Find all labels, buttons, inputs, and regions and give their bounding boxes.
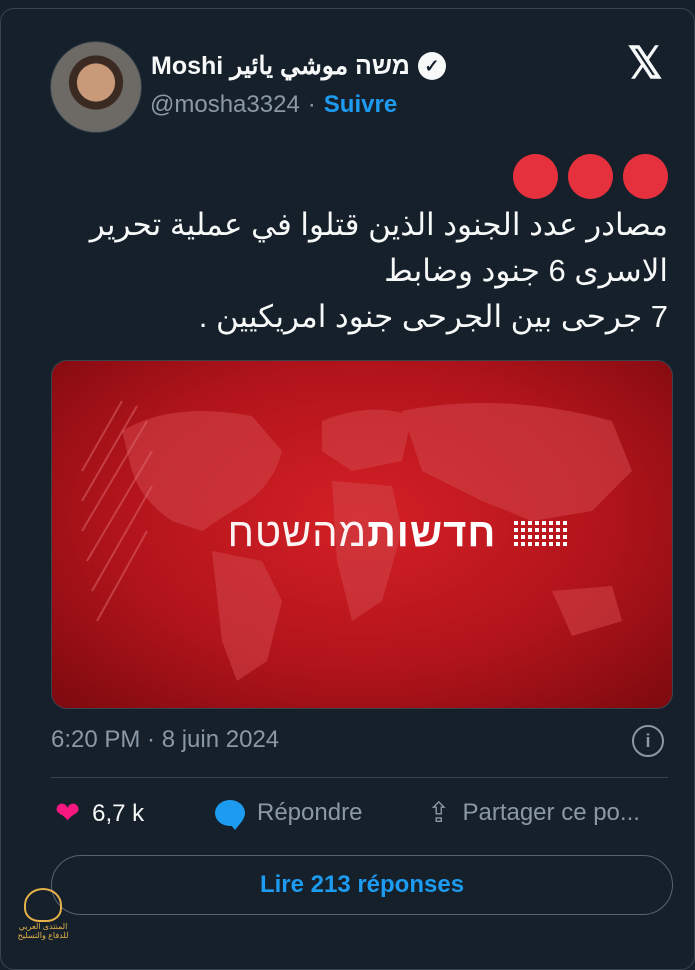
reply-bubble-icon (215, 800, 245, 830)
watermark-logo: المنتدى العربي للدفاع والتسليح (8, 888, 78, 948)
red-circle-icon (623, 154, 668, 199)
timestamp[interactable]: 6:20 PM · 8 juin 2024 (51, 726, 279, 754)
tweet-line: الاسرى 6 جنود وضابط (384, 253, 668, 288)
follow-button[interactable]: Suivre (324, 91, 397, 119)
share-button[interactable]: ⇪ Partager ce po... (427, 799, 640, 827)
channel-logo-text: חדשותמהשטח (52, 511, 672, 556)
share-label: Partager ce po... (462, 799, 640, 826)
avatar[interactable] (50, 41, 142, 133)
red-circle-icon (568, 154, 613, 199)
share-icon: ⇪ (427, 797, 451, 828)
handle-row: @mosha3324 · Suivre (150, 91, 397, 119)
tweet-media-image[interactable]: חדשותמהשטח (51, 360, 673, 709)
tweet-text: مصادر عدد الجنود الذين قتلوا في عملية تح… (38, 202, 668, 340)
like-count: 6,7 k (92, 800, 145, 827)
handle[interactable]: @mosha3324 (150, 91, 300, 119)
heart-icon: ❤ (55, 797, 81, 830)
tweet-card: Moshi משה موشي يائير ✓ @mosha3324 · Suiv… (0, 8, 695, 970)
action-bar: ❤ 6,7 k Répondre ⇪ Partager ce po... (55, 799, 675, 839)
red-circle-emojis (513, 154, 668, 199)
like-button[interactable]: ❤ 6,7 k (55, 799, 144, 829)
red-circle-icon (513, 154, 558, 199)
author-name-row[interactable]: Moshi משה موشي يائير ✓ (151, 51, 446, 81)
reply-label: Répondre (257, 799, 363, 826)
watermark-text: المنتدى العربي للدفاع والتسليح (17, 922, 69, 940)
tweet-line: 7 جرحى بين الجرحى جنود امريكيين . (198, 299, 668, 334)
logo-bold-word: חדשות (367, 511, 497, 555)
x-logo-icon[interactable]: 𝕏 (624, 42, 666, 86)
emblem-icon (24, 888, 62, 922)
info-icon[interactable]: i (632, 725, 664, 757)
reply-button[interactable]: Répondre (215, 799, 363, 830)
verified-badge-icon: ✓ (417, 52, 446, 80)
read-replies-button[interactable]: Lire 213 réponses (51, 855, 673, 915)
display-name[interactable]: Moshi משה موشي يائير (151, 51, 410, 81)
divider (51, 777, 668, 778)
separator-dot: · (307, 91, 316, 118)
logo-light-word: מהשטח (227, 511, 368, 555)
tweet-line: مصادر عدد الجنود الذين قتلوا في عملية تح… (89, 207, 668, 242)
